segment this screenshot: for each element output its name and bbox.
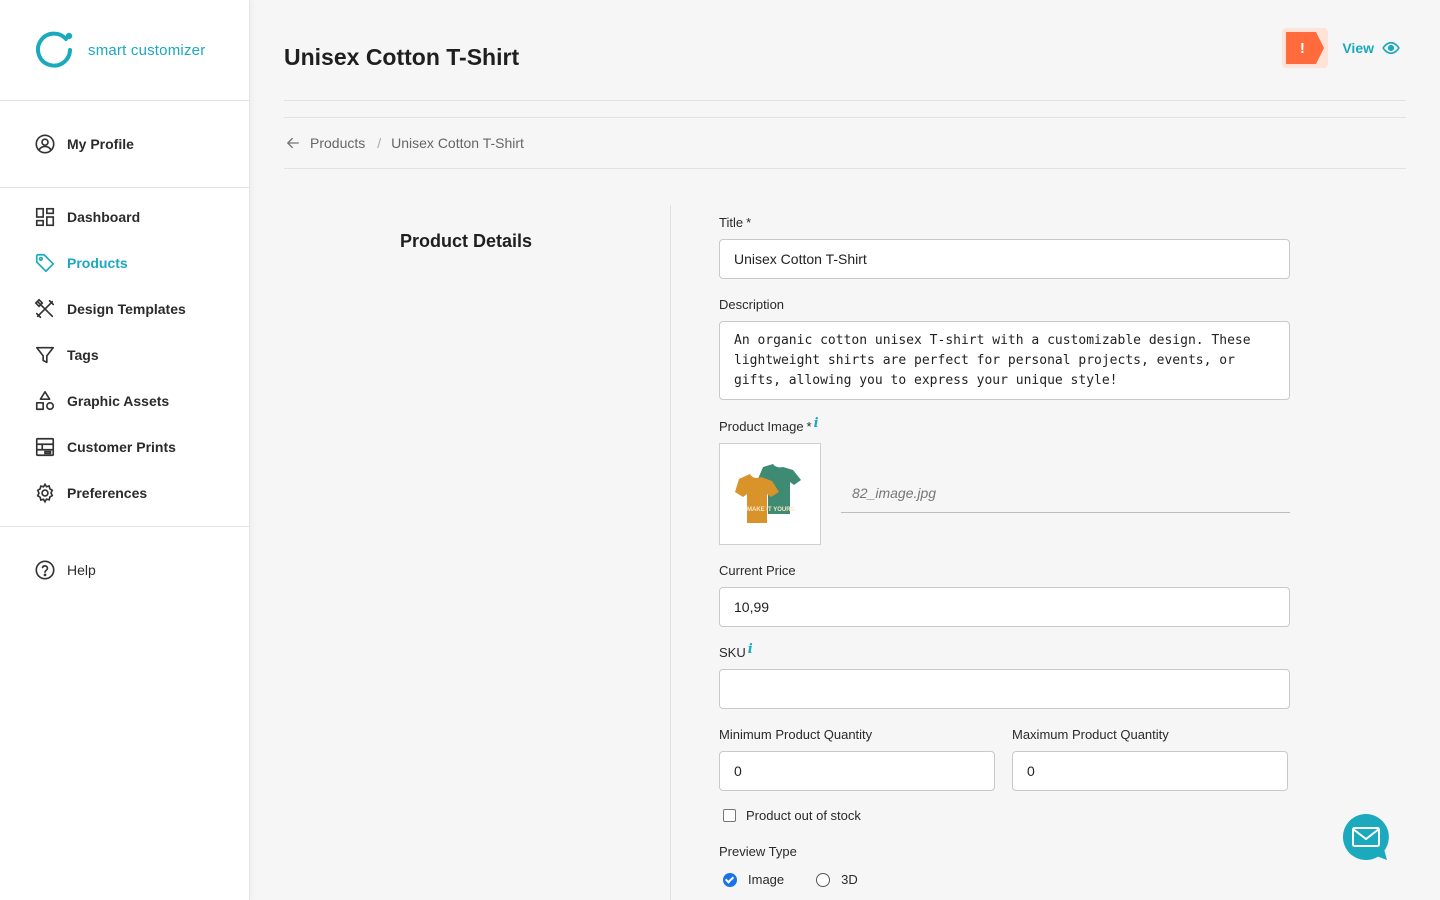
nav-group-profile: My Profile (0, 101, 249, 188)
brand-name: smart customizer (88, 41, 206, 59)
gear-icon (34, 482, 56, 504)
top-actions: ! View (1282, 28, 1400, 68)
sku-label-text: SKU (719, 645, 746, 660)
sidebar-item-label: Dashboard (67, 209, 141, 225)
divider (284, 117, 1406, 118)
image-filename-field[interactable]: 82_image.jpg (841, 474, 1290, 513)
radio-selected[interactable] (723, 872, 737, 887)
preview-type-group: Image 3D (723, 872, 890, 887)
filter-icon (34, 344, 56, 366)
chat-button[interactable] (1342, 813, 1390, 861)
arrow-left-icon[interactable] (284, 134, 302, 152)
sidebar-item-products[interactable]: Products (0, 240, 249, 286)
divider (284, 100, 1406, 101)
title-label-text: Title (719, 215, 744, 230)
sidebar-item-help[interactable]: Help (0, 547, 249, 593)
sidebar-item-label: Graphic Assets (67, 393, 170, 409)
required-marker: * (746, 215, 752, 230)
dashboard-icon (34, 206, 56, 228)
out-of-stock-label: Product out of stock (746, 808, 861, 823)
min-quantity-label: Minimum Product Quantity (719, 727, 873, 742)
breadcrumb-separator: / (377, 135, 382, 151)
description-label: Description (719, 297, 785, 312)
current-price-label: Current Price (719, 563, 796, 578)
min-quantity-value: 0 (734, 763, 742, 779)
sidebar-item-label: Help (67, 562, 96, 578)
sku-input[interactable] (719, 669, 1290, 709)
sidebar-item-tags[interactable]: Tags (0, 332, 249, 378)
sidebar-item-label: My Profile (67, 136, 134, 152)
sidebar-item-preferences[interactable]: Preferences (0, 470, 249, 516)
sidebar-item-customer-prints[interactable]: Customer Prints (0, 424, 249, 470)
vertical-divider (670, 205, 671, 900)
tag-icon (34, 252, 56, 274)
breadcrumb: Products / Unisex Cotton T-Shirt (284, 134, 524, 152)
design-tools-icon (34, 298, 56, 320)
shapes-icon (34, 390, 56, 412)
current-price-value: 10,99 (734, 599, 770, 615)
product-image-thumbnail[interactable]: MAKE IT YOURS. (719, 443, 821, 545)
logo[interactable]: smart customizer (0, 0, 249, 101)
required-marker: * (806, 419, 812, 434)
breadcrumb-current: Unisex Cotton T-Shirt (391, 135, 524, 151)
page-title: Unisex Cotton T-Shirt (284, 44, 520, 70)
image-filename: 82_image.jpg (852, 485, 937, 501)
title-input[interactable]: Unisex Cotton T-Shirt (719, 239, 1290, 279)
title-input-value: Unisex Cotton T-Shirt (734, 251, 867, 267)
max-quantity-label: Maximum Product Quantity (1012, 727, 1169, 742)
section-title: Product Details (400, 231, 533, 251)
preview-option-label: Image (748, 872, 785, 887)
sidebar-item-label: Design Templates (67, 301, 186, 317)
description-textarea[interactable]: An organic cotton unisex T-shirt with a … (719, 321, 1290, 400)
max-quantity-input[interactable]: 0 (1012, 751, 1288, 791)
sku-label: SKU i (719, 642, 753, 661)
sidebar-item-design-templates[interactable]: Design Templates (0, 286, 249, 332)
preview-option-label: 3D (841, 872, 858, 887)
view-button[interactable]: View (1342, 39, 1400, 57)
alert-badge[interactable]: ! (1282, 28, 1329, 68)
info-icon[interactable]: i (814, 416, 819, 431)
preview-option-3d[interactable]: 3D (816, 872, 858, 887)
tshirt-print-text: MAKE IT YOURS. (747, 507, 797, 513)
user-circle-icon (34, 133, 56, 155)
sidebar-item-label: Products (67, 255, 128, 271)
title-label: Title * (719, 215, 751, 230)
out-of-stock-row: Product out of stock (723, 808, 861, 823)
sidebar-item-label: Tags (67, 347, 99, 363)
view-button-label: View (1342, 40, 1374, 56)
divider (284, 168, 1406, 169)
sidebar-item-dashboard[interactable]: Dashboard (0, 194, 249, 240)
question-circle-icon (34, 559, 56, 581)
info-icon[interactable]: i (748, 642, 753, 657)
nav-group-main: Dashboard Products Design Templates Tags… (0, 188, 249, 527)
current-price-input[interactable]: 10,99 (719, 587, 1290, 627)
mail-chat-icon (1342, 814, 1389, 860)
radio-unselected[interactable] (816, 872, 831, 887)
alert-badge-text: ! (1299, 39, 1305, 57)
nav-group-help: Help (0, 527, 249, 593)
sidebar-item-label: Preferences (67, 485, 148, 501)
eye-icon (1382, 41, 1400, 55)
tshirt-image: MAKE IT YOURS. (729, 453, 811, 535)
max-quantity-value: 0 (1027, 763, 1035, 779)
logo-icon (36, 31, 73, 68)
sidebar: smart customizer My Profile Dashboard Pr… (0, 0, 250, 900)
out-of-stock-checkbox[interactable] (723, 809, 736, 822)
product-image-label: Product Image * i (719, 416, 819, 435)
min-quantity-input[interactable]: 0 (719, 751, 995, 791)
breadcrumb-products-link[interactable]: Products (310, 135, 365, 151)
sidebar-item-graphic-assets[interactable]: Graphic Assets (0, 378, 249, 424)
preview-option-image[interactable]: Image (723, 872, 784, 887)
product-image-label-text: Product Image (719, 419, 804, 434)
preview-type-label: Preview Type (719, 844, 797, 859)
sidebar-item-label: Customer Prints (67, 439, 176, 455)
prints-icon (34, 436, 56, 458)
sidebar-item-my-profile[interactable]: My Profile (0, 121, 249, 167)
